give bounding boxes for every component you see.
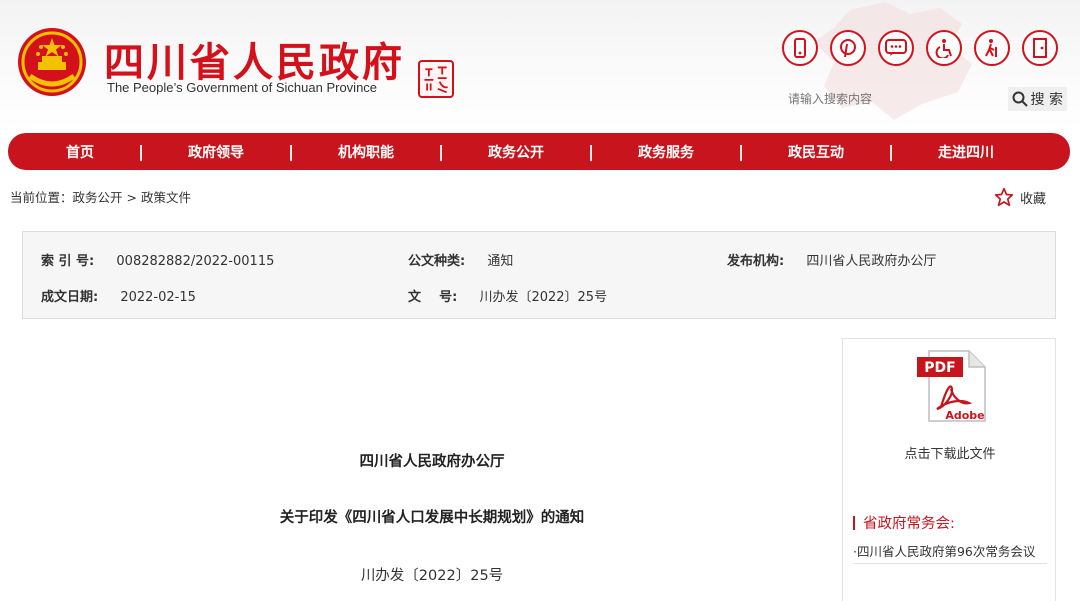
- nav-item-functions[interactable]: 机构职能: [338, 142, 394, 162]
- sidebar-link-meeting-96[interactable]: ·四川省人民政府第96次常务会议: [853, 541, 1035, 560]
- seal-stamp-icon: [418, 60, 454, 98]
- section-title-bar: [853, 515, 855, 530]
- document-issuing-org: 四川省人民政府办公厅: [359, 454, 505, 470]
- nav-item-leaders[interactable]: 政府领导: [188, 142, 244, 162]
- national-emblem-icon[interactable]: [16, 26, 88, 98]
- meta-issuer-value: 四川省人民政府办公厅: [806, 254, 937, 269]
- meta-index-label: 索 引 号:: [41, 254, 95, 269]
- nav-separator: |: [588, 142, 594, 161]
- nav-item-home[interactable]: 首页: [66, 142, 94, 162]
- document-metadata-panel: 索 引 号: 008282882/2022-00115 公文种类: 通知 发布机…: [22, 231, 1056, 319]
- nav-item-open-government[interactable]: 政务公开: [488, 142, 544, 162]
- accessibility-toolbar: [782, 30, 1058, 66]
- document-title: 关于印发《四川省人口发展中长期规划》的通知: [279, 510, 585, 526]
- download-file-link[interactable]: 点击下载此文件: [843, 443, 1057, 462]
- site-logo-subtitle[interactable]: The People’s Government of Sichuan Provi…: [107, 80, 377, 95]
- search-icon: [1012, 91, 1028, 107]
- meta-docno-value: 川办发〔2022〕25号: [479, 290, 608, 305]
- document-body: 四川省人民政府办公厅 关于印发《四川省人口发展中长期规划》的通知 川办发〔202…: [22, 336, 832, 601]
- favorite-label: 收藏: [1020, 191, 1047, 207]
- search-bar: 搜 索: [782, 87, 1067, 111]
- meta-type-value: 通知: [487, 254, 514, 269]
- pdf-download-icon[interactable]: PDF Adobe: [915, 349, 987, 423]
- site-header: 四川省人民政府 The People’s Government of Sichu…: [0, 0, 1080, 130]
- meta-type: 公文种类: 通知: [408, 250, 513, 269]
- breadcrumb-separator: >: [122, 190, 141, 205]
- accessibility-icon[interactable]: [926, 30, 962, 66]
- search-button-label: 搜 索: [1030, 92, 1063, 108]
- favorite-button[interactable]: 收藏: [994, 187, 1046, 207]
- search-input[interactable]: [782, 87, 1004, 111]
- pdf-brand-text: Adobe: [945, 409, 984, 422]
- meta-type-label: 公文种类:: [408, 254, 466, 269]
- meta-docno: 文 号: 川办发〔2022〕25号: [408, 286, 607, 305]
- nav-separator: |: [738, 142, 744, 161]
- breadcrumb-prefix: 当前位置：: [10, 190, 73, 205]
- pdf-badge-text: PDF: [924, 360, 955, 376]
- nav-item-about-sichuan[interactable]: 走进四川: [938, 142, 994, 162]
- section-title-text: 省政府常务会:: [863, 516, 955, 532]
- breadcrumb-link-open-government[interactable]: 政务公开: [73, 190, 123, 205]
- meta-issuer: 发布机构: 四川省人民政府办公厅: [727, 250, 936, 269]
- message-icon[interactable]: [878, 30, 914, 66]
- elderly-icon[interactable]: [974, 30, 1010, 66]
- nav-separator: |: [288, 142, 294, 161]
- nav-item-interaction[interactable]: 政民互动: [788, 142, 844, 162]
- meta-date-label: 成文日期:: [41, 290, 99, 305]
- breadcrumb: 当前位置：政务公开 > 政策文件: [10, 187, 191, 206]
- nav-item-services[interactable]: 政务服务: [638, 142, 694, 162]
- sidebar: PDF Adobe 点击下载此文件 省政府常务会: ·四川省人民政府第96次常务…: [842, 338, 1056, 601]
- meta-index-value: 008282882/2022-00115: [116, 254, 275, 269]
- main-nav: 首页 | 政府领导 | 机构职能 | 政务公开 | 政务服务 | 政民互动 | …: [8, 133, 1070, 170]
- exit-icon[interactable]: [1022, 30, 1058, 66]
- meta-date-value: 2022-02-15: [120, 290, 196, 305]
- document-number: 川办发〔2022〕25号: [360, 568, 504, 584]
- nav-separator: |: [888, 142, 894, 161]
- divider: [853, 563, 1047, 564]
- star-icon: [994, 187, 1014, 207]
- search-button[interactable]: 搜 索: [1007, 87, 1067, 111]
- meta-index: 索 引 号: 008282882/2022-00115: [41, 250, 274, 269]
- nav-separator: |: [438, 142, 444, 161]
- pinterest-icon[interactable]: [830, 30, 866, 66]
- breadcrumb-link-policy-documents[interactable]: 政策文件: [141, 190, 191, 205]
- section-title-executive-meeting: 省政府常务会:: [853, 512, 955, 533]
- mobile-icon[interactable]: [782, 30, 818, 66]
- meta-issuer-label: 发布机构:: [727, 254, 785, 269]
- meta-docno-label: 文 号:: [408, 290, 458, 305]
- meta-date: 成文日期: 2022-02-15: [41, 286, 196, 305]
- nav-separator: |: [138, 142, 144, 161]
